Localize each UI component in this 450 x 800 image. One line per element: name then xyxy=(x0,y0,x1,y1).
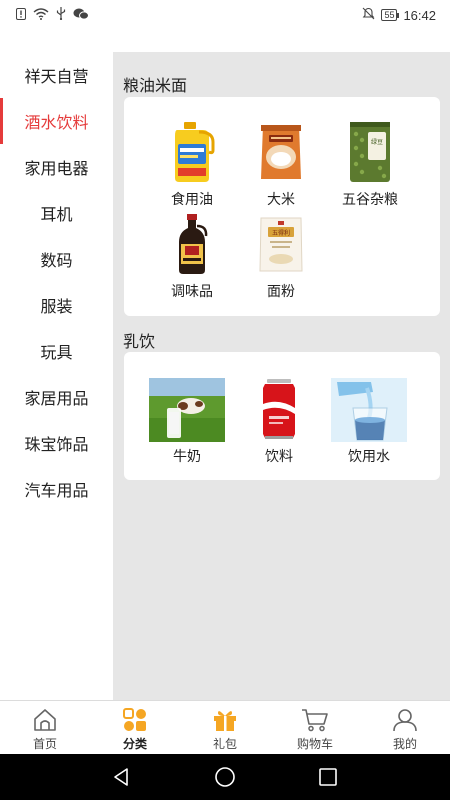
system-navigation-bar xyxy=(0,754,450,800)
section-title-dairy-drinks: 乳饮 xyxy=(123,334,156,351)
tab-category[interactable]: 分类 xyxy=(90,701,180,754)
product-label: 五谷杂粮 xyxy=(342,191,398,207)
product-label: 食用油 xyxy=(171,191,213,207)
sidebar-item-xiangtian-ziying[interactable]: 祥天自营 xyxy=(0,52,113,98)
sidebar-item-clothing[interactable]: 服装 xyxy=(0,282,113,328)
nav-back-button[interactable] xyxy=(102,757,142,797)
status-icons-left xyxy=(16,7,89,23)
product-label: 牛奶 xyxy=(173,448,201,464)
product-grains[interactable]: 绿豆 五谷杂粮 xyxy=(330,119,410,209)
sidebar-item-drinks[interactable]: 酒水饮料 xyxy=(0,98,113,144)
nav-recents-button[interactable] xyxy=(308,757,348,797)
back-triangle-icon xyxy=(113,768,128,786)
water-glass-image xyxy=(331,378,407,442)
flour-bag-image: 五得利 xyxy=(243,211,319,277)
nav-home-button[interactable] xyxy=(205,757,245,797)
bottom-tab-bar: 首页 分类 礼包 购物车 我的 xyxy=(0,700,450,754)
rice-bag-image xyxy=(243,119,319,185)
tab-label: 首页 xyxy=(32,737,57,751)
tab-profile[interactable]: 我的 xyxy=(360,701,450,754)
product-label: 饮用水 xyxy=(348,448,390,464)
tab-label: 我的 xyxy=(392,737,417,751)
cooking-oil-image xyxy=(154,119,230,185)
product-beverage[interactable]: 饮料 xyxy=(239,378,319,466)
sidebar-item-digital[interactable]: 数码 xyxy=(0,236,113,282)
sidebar-item-headphones[interactable]: 耳机 xyxy=(0,190,113,236)
section-card-grain-oil: 食用油 大米 绿豆 五谷杂粮 调味品 五得利 面粉 xyxy=(124,97,440,316)
mung-bean-bag-image: 绿豆 xyxy=(332,119,408,185)
usb-icon xyxy=(56,7,66,23)
wechat-icon xyxy=(73,8,89,23)
battery-indicator: 55 xyxy=(381,9,400,21)
category-content: 粮油米面 食用油 大米 绿豆 五谷杂粮 调味品 五得利 面粉 乳饮 牛奶 饮料 … xyxy=(113,52,450,700)
recents-square-icon xyxy=(319,768,338,786)
tab-label: 礼包 xyxy=(212,737,237,751)
section-card-dairy-drinks: 牛奶 饮料 饮用水 xyxy=(124,352,440,480)
product-flour[interactable]: 五得利 面粉 xyxy=(241,211,321,301)
product-label: 调味品 xyxy=(171,283,213,299)
sidebar-item-toys[interactable]: 玩具 xyxy=(0,328,113,374)
cola-can-image xyxy=(241,378,317,442)
profile-icon xyxy=(391,707,419,733)
soy-sauce-bottle-image xyxy=(154,211,230,277)
mute-bell-icon xyxy=(362,7,375,23)
product-milk[interactable]: 牛奶 xyxy=(147,378,227,466)
status-bar: 55 16:42 xyxy=(0,0,450,30)
product-water[interactable]: 饮用水 xyxy=(329,378,409,466)
status-icons-right: 55 16:42 xyxy=(362,7,436,23)
wifi-icon xyxy=(33,7,49,23)
tab-cart[interactable]: 购物车 xyxy=(270,701,360,754)
milk-cow-image xyxy=(149,378,225,442)
tab-home[interactable]: 首页 xyxy=(0,701,90,754)
home-icon xyxy=(31,707,59,733)
product-rice[interactable]: 大米 xyxy=(241,119,321,209)
bean-tag-text: 绿豆 xyxy=(371,138,383,146)
flour-tag-text: 五得利 xyxy=(272,229,290,237)
sidebar-item-home[interactable]: 家居用品 xyxy=(0,374,113,420)
category-sidebar: 祥天自营 酒水饮料 家用电器 耳机 数码 服装 玩具 家居用品 珠宝饰品 汽车用… xyxy=(0,52,113,700)
status-time: 16:42 xyxy=(403,7,436,23)
tab-label: 购物车 xyxy=(296,737,333,751)
sidebar-item-auto[interactable]: 汽车用品 xyxy=(0,466,113,512)
home-circle-icon xyxy=(215,767,235,787)
section-title-grain-oil: 粮油米面 xyxy=(123,78,188,95)
product-cooking-oil[interactable]: 食用油 xyxy=(152,119,232,209)
alert-icon xyxy=(16,7,26,23)
product-label: 面粉 xyxy=(267,283,295,299)
sidebar-item-appliances[interactable]: 家用电器 xyxy=(0,144,113,190)
product-label: 大米 xyxy=(267,191,295,207)
cart-icon xyxy=(301,707,329,733)
tab-gift[interactable]: 礼包 xyxy=(180,701,270,754)
category-icon xyxy=(121,707,149,733)
product-seasoning[interactable]: 调味品 xyxy=(152,211,232,301)
tab-label: 分类 xyxy=(122,737,147,751)
product-label: 饮料 xyxy=(265,448,293,464)
sidebar-item-jewelry[interactable]: 珠宝饰品 xyxy=(0,420,113,466)
gift-icon xyxy=(211,707,239,733)
